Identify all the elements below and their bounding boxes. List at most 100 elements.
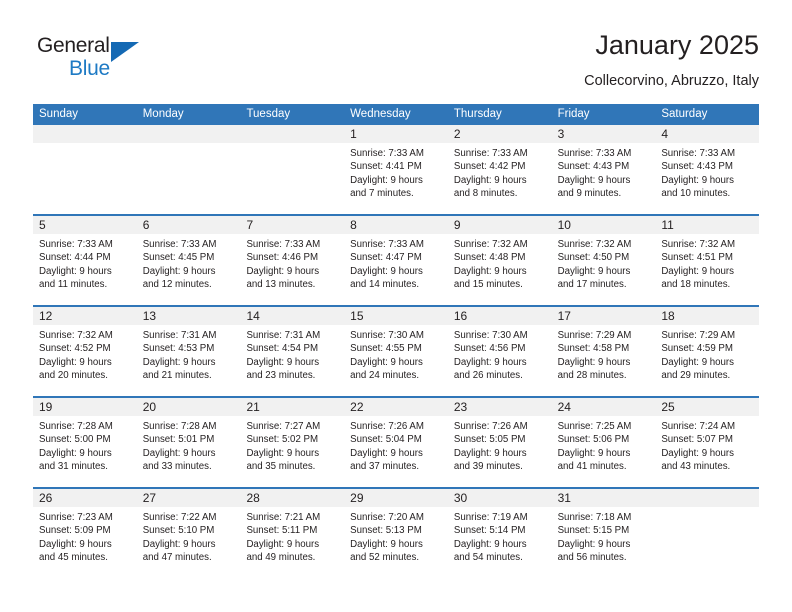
calendar-day-cell[interactable]: 19 Sunrise: 7:28 AM Sunset: 5:00 PM Dayligh… [33,398,137,487]
day-number-band: 1 [344,125,448,143]
day-info-line: Daylight: 9 hours [453,174,527,186]
day-info-line: Sunrise: 7:26 AM [350,421,424,432]
day-info-line: Daylight: 9 hours [39,265,112,277]
calendar-day-cell[interactable]: 26 Sunrise: 7:23 AM Sunset: 5:09 PM Dayligh… [33,489,137,578]
calendar-day-cell[interactable]: 4 Sunrise: 7:33 AM Sunset: 4:43 PM Daylight… [655,125,760,214]
day-info-line: Daylight: 9 hours [661,447,735,459]
calendar-day-cell[interactable]: 23 Sunrise: 7:26 AM Sunset: 5:05 PM Dayligh… [447,398,552,487]
day-info-line: Sunset: 4:51 PM [661,252,733,264]
calendar-day-cell-empty [655,489,760,578]
day-info-line: Sunset: 5:05 PM [453,434,526,446]
weekday-header-sunday: Sunday [39,108,79,120]
calendar-day-cell[interactable]: 11 Sunrise: 7:32 AM Sunset: 4:51 PM Dayligh… [655,216,760,305]
day-sun-info: Sunrise: 7:23 AM Sunset: 5:09 PM Daylight:… [33,507,137,565]
day-info-line: and 56 minutes. [557,552,627,564]
day-number: 24 [557,400,571,414]
calendar-day-cell[interactable]: 24 Sunrise: 7:25 AM Sunset: 5:06 PM Dayligh… [551,398,656,487]
calendar-day-cell[interactable]: 17 Sunrise: 7:29 AM Sunset: 4:58 PM Dayligh… [551,307,656,396]
day-info-line: Daylight: 9 hours [557,356,631,368]
calendar-day-cell[interactable]: 13 Sunrise: 7:31 AM Sunset: 4:53 PM Dayligh… [136,307,241,396]
day-number: 8 [350,218,357,232]
day-info-line: Daylight: 9 hours [661,356,735,368]
day-number: 19 [39,400,53,414]
calendar-day-cell[interactable]: 14 Sunrise: 7:31 AM Sunset: 4:54 PM Dayligh… [240,307,345,396]
title-block: January 2025 Collecorvino, Abruzzo, Ital… [584,28,759,91]
day-info-line: and 41 minutes. [557,461,627,473]
day-number: 28 [246,491,260,505]
day-sun-info: Sunrise: 7:30 AM Sunset: 4:56 PM Daylight:… [448,325,552,383]
calendar-day-cell[interactable]: 27 Sunrise: 7:22 AM Sunset: 5:10 PM Dayligh… [136,489,241,578]
day-sun-info: Sunrise: 7:33 AM Sunset: 4:42 PM Daylight:… [448,143,552,201]
calendar-day-cell[interactable]: 21 Sunrise: 7:27 AM Sunset: 5:02 PM Dayligh… [240,398,345,487]
day-info-line: and 52 minutes. [350,552,420,564]
page-title: January 2025 [595,30,759,60]
general-blue-logo[interactable]: General Blue [37,34,187,86]
day-number-band: 5 [33,216,137,234]
day-number-band: 19 [33,398,137,416]
day-info-line: Daylight: 9 hours [453,447,527,459]
calendar-day-cell[interactable]: 12 Sunrise: 7:32 AM Sunset: 4:52 PM Dayligh… [33,307,137,396]
day-sun-info: Sunrise: 7:33 AM Sunset: 4:46 PM Daylight:… [240,234,344,292]
calendar-day-cell[interactable]: 31 Sunrise: 7:18 AM Sunset: 5:15 PM Dayligh… [551,489,656,578]
calendar-day-cell[interactable]: 30 Sunrise: 7:19 AM Sunset: 5:14 PM Dayligh… [447,489,552,578]
day-info-line: Daylight: 9 hours [557,265,631,277]
calendar-day-cell[interactable]: 7 Sunrise: 7:33 AM Sunset: 4:46 PM Daylight… [240,216,345,305]
day-info-line: and 12 minutes. [142,279,212,291]
day-number-band: 15 [344,307,448,325]
day-info-line: and 24 minutes. [350,370,420,382]
calendar-day-cell[interactable]: 28 Sunrise: 7:21 AM Sunset: 5:11 PM Dayligh… [240,489,345,578]
calendar-day-cell[interactable]: 6 Sunrise: 7:33 AM Sunset: 4:45 PM Daylight… [136,216,241,305]
day-number-band: 3 [551,125,656,143]
day-info-line: and 33 minutes. [142,461,212,473]
day-sun-info [240,143,344,147]
calendar-day-cell[interactable]: 20 Sunrise: 7:28 AM Sunset: 5:01 PM Dayligh… [136,398,241,487]
day-number: 7 [246,218,254,232]
day-number-band: 24 [551,398,656,416]
day-info-line: Daylight: 9 hours [453,356,527,368]
calendar-day-cell[interactable]: 15 Sunrise: 7:30 AM Sunset: 4:55 PM Dayligh… [344,307,448,396]
day-number-band [33,125,137,143]
day-info-line: Sunrise: 7:32 AM [661,239,736,250]
calendar-day-cell[interactable]: 22 Sunrise: 7:26 AM Sunset: 5:04 PM Dayligh… [344,398,448,487]
day-info-line: and 26 minutes. [453,370,523,382]
calendar-day-cell[interactable]: 3 Sunrise: 7:33 AM Sunset: 4:43 PM Daylight… [551,125,656,214]
calendar-day-cell[interactable]: 29 Sunrise: 7:20 AM Sunset: 5:13 PM Dayligh… [344,489,448,578]
day-sun-info: Sunrise: 7:22 AM Sunset: 5:10 PM Daylight:… [137,507,241,565]
day-number: 20 [142,400,157,414]
day-info-line: Daylight: 9 hours [350,265,423,277]
day-info-line: Sunrise: 7:19 AM [453,512,528,523]
calendar-day-cell[interactable]: 25 Sunrise: 7:24 AM Sunset: 5:07 PM Dayligh… [655,398,760,487]
day-info-line: Sunrise: 7:29 AM [557,330,632,341]
day-number-band: 10 [551,216,656,234]
day-info-line: Sunset: 4:42 PM [453,161,526,173]
calendar-day-cell[interactable]: 16 Sunrise: 7:30 AM Sunset: 4:56 PM Dayligh… [447,307,552,396]
day-info-line: and 21 minutes. [142,370,212,382]
day-info-line: and 54 minutes. [453,552,523,564]
day-number: 2 [453,127,461,141]
day-info-line: Daylight: 9 hours [142,538,216,550]
day-number-band: 2 [447,125,552,143]
day-number-band: 27 [136,489,241,507]
day-info-line: and 31 minutes. [39,461,108,473]
calendar-day-cell[interactable]: 10 Sunrise: 7:32 AM Sunset: 4:50 PM Dayligh… [551,216,656,305]
day-info-line: Sunrise: 7:33 AM [39,239,113,250]
calendar-day-cell[interactable]: 1 Sunrise: 7:33 AM Sunset: 4:41 PM Daylight… [344,125,448,214]
logo-text-general: General [37,34,110,57]
day-sun-info: Sunrise: 7:21 AM Sunset: 5:11 PM Daylight:… [240,507,344,565]
day-info-line: and 8 minutes. [453,188,518,200]
day-number: 15 [350,309,364,323]
calendar-day-cell[interactable]: 2 Sunrise: 7:33 AM Sunset: 4:42 PM Daylight… [447,125,552,214]
day-number: 25 [661,400,675,414]
day-number: 1 [350,127,357,141]
day-sun-info [137,143,241,147]
calendar-day-cell[interactable]: 18 Sunrise: 7:29 AM Sunset: 4:59 PM Dayligh… [655,307,760,396]
day-number-band: 6 [136,216,241,234]
day-info-line: and 39 minutes. [453,461,523,473]
calendar-day-cell[interactable]: 5 Sunrise: 7:33 AM Sunset: 4:44 PM Daylight… [33,216,137,305]
day-info-line: Daylight: 9 hours [142,447,216,459]
day-info-line: Sunset: 4:43 PM [557,161,630,173]
calendar-day-cell[interactable]: 9 Sunrise: 7:32 AM Sunset: 4:48 PM Daylight… [447,216,552,305]
day-info-line: Daylight: 9 hours [350,174,423,186]
day-sun-info: Sunrise: 7:20 AM Sunset: 5:13 PM Daylight:… [344,507,448,565]
calendar-day-cell[interactable]: 8 Sunrise: 7:33 AM Sunset: 4:47 PM Daylight… [344,216,448,305]
